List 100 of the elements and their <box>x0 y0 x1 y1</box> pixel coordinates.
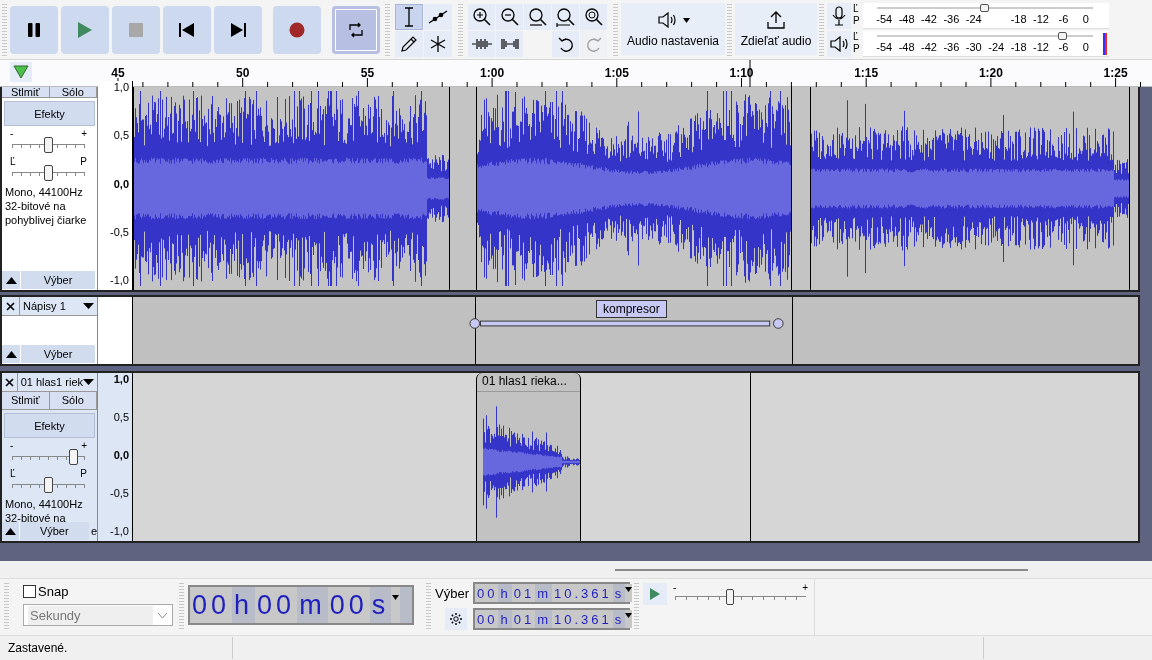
undo-button[interactable] <box>552 31 579 57</box>
pan-slider[interactable] <box>43 477 53 493</box>
up-triangle-icon <box>5 276 17 284</box>
clip-title[interactable]: 01 hlas1 rieka... <box>477 373 580 392</box>
playback-speed-slider[interactable] <box>726 589 734 605</box>
speaker-icon <box>656 10 677 30</box>
meter-scale-label: -12 <box>1032 41 1050 54</box>
meter-scale-label: -18 <box>1009 41 1028 54</box>
ruler-time-label: 1:25 <box>1103 66 1128 80</box>
effects-button[interactable]: Efekty <box>4 413 95 438</box>
selection-start-time[interactable]: 00 h 01 m 10.361 s <box>473 582 630 604</box>
trim-button[interactable] <box>468 31 495 57</box>
ruler-time-label: 45 <box>111 66 125 80</box>
skip-to-start-button[interactable] <box>163 6 211 54</box>
ruler-time-label: 50 <box>236 66 250 80</box>
track-format-text: Mono, 44100Hz <box>5 497 84 511</box>
play-icon <box>77 21 93 39</box>
amplitude-scale-label: -1,0 <box>110 274 129 286</box>
audio-clip[interactable]: 01 hlas1 rieka... <box>476 373 581 541</box>
select-tool-button[interactable] <box>395 4 423 30</box>
gain-plus-label: + <box>81 441 87 451</box>
ruler-time-label: 55 <box>360 66 375 80</box>
meter-scale-label: -54 <box>875 13 894 26</box>
pause-button[interactable] <box>10 6 58 54</box>
label-region-bar[interactable] <box>469 317 786 330</box>
amplitude-scale-label: -0,5 <box>110 487 129 499</box>
select-track-button[interactable]: Výber <box>20 345 95 363</box>
fit-selection-button[interactable] <box>524 4 551 30</box>
fit-project-button[interactable] <box>552 4 579 30</box>
caret-icon <box>83 379 94 385</box>
up-triangle-icon <box>4 527 16 535</box>
audio-setup-button[interactable]: Audio nastavenia <box>621 3 725 55</box>
record-meter-button[interactable] <box>827 3 851 29</box>
meter-scale-label: -48 <box>897 41 916 54</box>
settings-button[interactable] <box>445 608 467 630</box>
track-name-menu[interactable]: Nápisy 1 <box>20 297 97 315</box>
skip-to-end-icon <box>230 22 246 38</box>
envelope-tool-button[interactable] <box>424 4 452 30</box>
channel-label: Ľ <box>853 31 860 43</box>
multi-tool-button[interactable] <box>424 31 452 57</box>
loop-button[interactable] <box>332 6 380 54</box>
track-format-text: 32-bitové na <box>5 199 67 213</box>
horizontal-scrollbar[interactable] <box>615 569 1028 571</box>
gain-slider[interactable] <box>43 137 53 153</box>
snap-label: Snap <box>38 584 69 599</box>
record-button[interactable] <box>273 6 321 54</box>
meter-scale-label: -12 <box>1032 13 1050 26</box>
playback-meter-button[interactable] <box>827 31 851 57</box>
meter-scale-label: -54 <box>875 41 894 54</box>
close-track-button[interactable] <box>2 373 18 391</box>
zoom-in-button[interactable] <box>468 4 495 30</box>
meter-scale-label: -36 <box>942 41 961 54</box>
amplitude-scale-label: 0,0 <box>113 177 129 190</box>
selection-end-time[interactable]: 00 h 01 m 10.361 s <box>473 608 630 630</box>
speed-minus-label: - <box>673 583 677 593</box>
snap-checkbox[interactable] <box>23 585 36 598</box>
snap-unit-dropdown[interactable]: Sekundy <box>23 604 173 626</box>
time-display[interactable]: 00 h 00 m 00 s <box>188 585 414 625</box>
mute-button[interactable]: Stlmiť <box>2 87 50 98</box>
meter-scale-label: -30 <box>964 41 983 54</box>
amplitude-scale-label: 1,0 <box>113 373 129 385</box>
skip-to-start-icon <box>179 22 195 38</box>
selection-label: Výber <box>435 585 469 601</box>
loop-icon <box>347 21 365 39</box>
amplitude-scale-label: -0,5 <box>110 225 129 238</box>
mute-button[interactable]: Stlmiť <box>2 392 50 410</box>
label-text[interactable]: kompresor <box>596 300 667 318</box>
amplitude-scale-label: 0,5 <box>113 129 129 142</box>
solo-button[interactable]: Sólo <box>49 392 97 410</box>
effects-button[interactable]: Efekty <box>4 101 95 126</box>
amplitude-scale-label: -1,0 <box>110 525 129 537</box>
gain-slider[interactable] <box>69 449 79 465</box>
collapse-track-button[interactable] <box>2 522 19 540</box>
share-audio-button[interactable]: Zdieľať audio <box>735 3 817 55</box>
speaker-icon <box>829 34 849 54</box>
pan-left-label: Ľ <box>10 157 16 167</box>
solo-button[interactable]: Sólo <box>49 87 97 98</box>
play-at-speed-button[interactable] <box>643 583 667 605</box>
play-head-button[interactable] <box>10 62 32 82</box>
track-format-text: 32-bitové na <box>5 511 67 525</box>
silence-button[interactable] <box>496 31 523 57</box>
track-format-text: e <box>90 525 97 537</box>
meter-gain-slider[interactable] <box>1057 32 1067 40</box>
play-icon <box>649 587 661 601</box>
meter-scale-label: -48 <box>897 13 916 26</box>
caret-icon <box>682 17 690 23</box>
select-track-button[interactable]: Výber <box>18 522 89 540</box>
skip-to-end-button[interactable] <box>214 6 262 54</box>
meter-scale-label: 0 <box>1081 41 1090 54</box>
zoom-out-button[interactable] <box>496 4 523 30</box>
caret-icon <box>83 303 94 309</box>
meter-gain-slider[interactable] <box>980 4 989 12</box>
draw-tool-button[interactable] <box>395 31 423 57</box>
redo-icon <box>584 35 603 53</box>
pan-slider[interactable] <box>43 165 53 181</box>
track-format-text: Mono, 44100Hz <box>5 185 84 199</box>
triangle-icon <box>13 65 29 79</box>
select-track-button[interactable]: Výber <box>20 271 95 289</box>
zoom-toggle-button[interactable] <box>580 4 607 30</box>
amplitude-scale-label: 0,5 <box>113 411 129 423</box>
